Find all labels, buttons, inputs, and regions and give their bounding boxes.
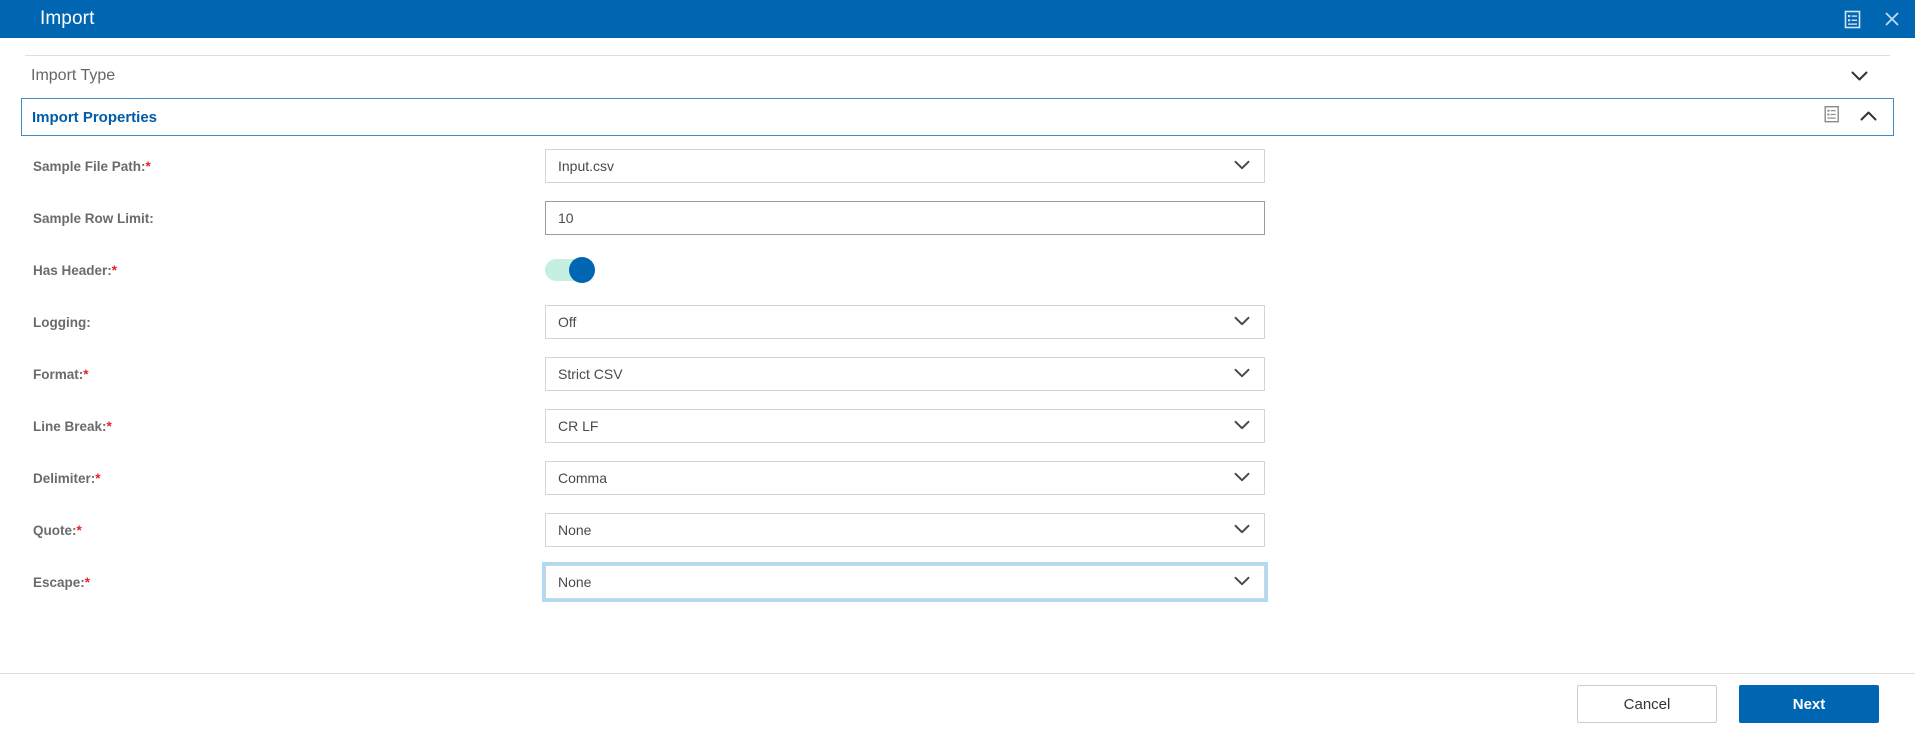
label-text: Line Break: — [33, 418, 107, 434]
chevron-up-icon[interactable] — [1860, 108, 1877, 126]
select-line-break[interactable]: CR LF — [545, 409, 1265, 443]
chevron-down-icon[interactable] — [1234, 157, 1250, 175]
chevron-down-icon[interactable] — [1851, 71, 1868, 82]
dialog-footer: Cancel Next — [0, 674, 1915, 734]
required-asterisk: * — [76, 522, 82, 538]
field-wrap-logging: Off — [545, 305, 1265, 339]
section-import-properties-label: Import Properties — [32, 108, 158, 126]
field-wrap-sample-file-path: Input.csv — [545, 149, 1265, 183]
field-wrap-quote: None — [545, 513, 1265, 547]
label-text: Quote: — [33, 522, 77, 538]
form-row-delimiter: Delimiter:* Comma — [0, 452, 1915, 504]
field-wrap-has-header — [545, 257, 1265, 283]
label-logging: Logging: — [33, 315, 91, 330]
select-quote[interactable]: None — [545, 513, 1265, 547]
window-titlebar: Import — [0, 0, 1915, 38]
section-import-properties-actions — [1824, 106, 1877, 129]
select-value: Strict CSV — [558, 366, 623, 382]
select-delimiter[interactable]: Comma — [545, 461, 1265, 495]
required-asterisk: * — [106, 418, 112, 434]
select-value: None — [558, 522, 592, 538]
chevron-down-icon[interactable] — [1234, 573, 1250, 591]
chevron-down-icon[interactable] — [1234, 417, 1250, 435]
label-sample-row-limit: Sample Row Limit: — [33, 211, 154, 226]
chevron-down-icon[interactable] — [1234, 521, 1250, 539]
label-text: Delimiter: — [33, 470, 96, 486]
section-import-type-label: Import Type — [31, 67, 116, 84]
select-logging[interactable]: Off — [545, 305, 1265, 339]
form-row-logging: Logging: Off — [0, 296, 1915, 348]
field-wrap-escape: None — [542, 562, 1268, 602]
section-import-type[interactable]: Import Type — [25, 56, 1890, 96]
titlebar-actions — [1839, 0, 1905, 38]
field-wrap-format: Strict CSV — [545, 357, 1265, 391]
label-quote: Quote:* — [33, 523, 82, 538]
label-text: Sample Row Limit: — [33, 210, 154, 226]
label-sample-file-path: Sample File Path:* — [33, 159, 151, 174]
form-row-line-break: Line Break:* CR LF — [0, 400, 1915, 452]
chevron-down-icon[interactable] — [1234, 365, 1250, 383]
form-row-format: Format:* Strict CSV — [0, 348, 1915, 400]
form-row-has-header: Has Header:* — [0, 244, 1915, 296]
chevron-down-icon[interactable] — [1234, 469, 1250, 487]
field-wrap-delimiter: Comma — [545, 461, 1265, 495]
window-title: Import — [40, 8, 95, 29]
required-asterisk: * — [83, 366, 89, 382]
label-text: Has Header: — [33, 262, 112, 278]
label-delimiter: Delimiter:* — [33, 471, 101, 486]
label-text: Format: — [33, 366, 84, 382]
label-text: Escape: — [33, 574, 85, 590]
next-button[interactable]: Next — [1739, 685, 1879, 723]
label-line-break: Line Break:* — [33, 419, 112, 434]
chevron-down-icon[interactable] — [1234, 313, 1250, 331]
label-has-header: Has Header:* — [33, 263, 117, 278]
note-list-icon[interactable] — [1824, 106, 1840, 129]
select-value: Comma — [558, 470, 608, 486]
note-list-icon[interactable] — [1839, 6, 1865, 32]
section-import-properties[interactable]: Import Properties — [21, 98, 1894, 136]
form-row-quote: Quote:* None — [0, 504, 1915, 556]
select-value: None — [558, 574, 592, 590]
label-format: Format:* — [33, 367, 89, 382]
label-text: Logging: — [33, 314, 91, 330]
select-format[interactable]: Strict CSV — [545, 357, 1265, 391]
import-properties-form: Sample File Path:* Input.csv Sample Row Li… — [0, 140, 1915, 608]
cancel-button[interactable]: Cancel — [1577, 685, 1717, 723]
select-value: Off — [558, 314, 577, 330]
close-icon[interactable] — [1879, 6, 1905, 32]
label-text: Sample File Path: — [33, 158, 146, 174]
label-escape: Escape:* — [33, 575, 90, 590]
form-row-sample-row-limit: Sample Row Limit: — [0, 192, 1915, 244]
select-sample-file-path[interactable]: Input.csv — [545, 149, 1265, 183]
field-wrap-sample-row-limit — [545, 201, 1265, 235]
required-asterisk: * — [84, 574, 91, 590]
toggle-has-header[interactable] — [545, 257, 595, 283]
field-wrap-line-break: CR LF — [545, 409, 1265, 443]
select-value: CR LF — [558, 418, 599, 434]
required-asterisk: * — [95, 470, 101, 486]
required-asterisk: * — [111, 262, 118, 278]
input-sample-row-limit[interactable] — [545, 201, 1265, 235]
select-escape[interactable]: None — [542, 562, 1268, 602]
required-asterisk: * — [145, 158, 151, 174]
form-row-sample-file-path: Sample File Path:* Input.csv — [0, 140, 1915, 192]
select-value: Input.csv — [558, 158, 615, 174]
toggle-knob — [569, 257, 595, 283]
form-row-escape: Escape:* None — [0, 556, 1915, 608]
